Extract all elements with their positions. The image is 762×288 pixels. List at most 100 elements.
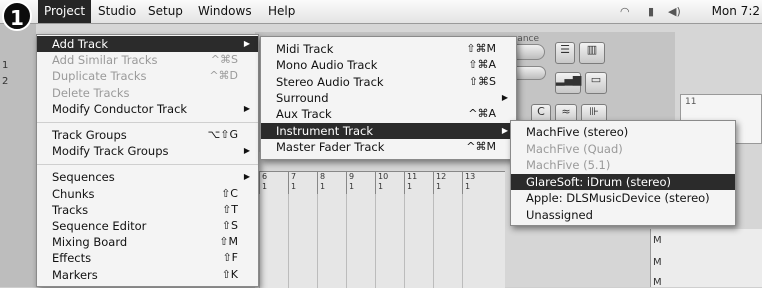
menu-item-shortcut: ⇧T bbox=[222, 202, 238, 216]
menu-item-label: Chunks bbox=[52, 186, 95, 201]
menu-item-shortcut: ⇧K bbox=[221, 267, 238, 281]
menu-item-track-groups[interactable]: Track Groups ⌥⇧G bbox=[37, 127, 258, 143]
menu-windows[interactable]: Windows bbox=[198, 0, 252, 23]
menu-item-label: Sequences bbox=[52, 170, 115, 185]
menu-item-shortcut: ^⌘D bbox=[209, 69, 238, 83]
wifi-icon[interactable]: ◠ bbox=[620, 5, 630, 19]
left-track-strip: 1 2 bbox=[0, 24, 36, 287]
submenu-arrow-icon: ▶ bbox=[243, 39, 250, 48]
ruler-beat-label: 1 bbox=[291, 182, 297, 191]
menu-studio[interactable]: Studio bbox=[98, 0, 136, 23]
menu-clock[interactable]: Mon 7:2 bbox=[712, 0, 760, 23]
ruler-gridline bbox=[404, 194, 405, 288]
menu-item-shortcut: ⇧⌘S bbox=[468, 74, 496, 88]
side-letter: M bbox=[653, 277, 662, 288]
ruler-gridline bbox=[259, 194, 260, 288]
menu-item-duplicate-tracks: Duplicate Tracks ^⌘D bbox=[37, 68, 258, 84]
instrument-track-submenu: MachFive (stereo) MachFive (Quad) MachFive… bbox=[510, 120, 736, 226]
ruler-bar-label: 10 bbox=[378, 172, 389, 181]
menu-item-label: Apple: DLSMusicDevice (stereo) bbox=[526, 191, 710, 205]
menu-item-label: GlareSoft: iDrum (stereo) bbox=[526, 174, 671, 189]
ruler-bar-label: 9 bbox=[349, 172, 355, 181]
menu-item-label: Modify Track Groups bbox=[52, 144, 169, 159]
battery-icon[interactable]: ▮ bbox=[648, 5, 654, 19]
ruler-bar-number: 10 1 bbox=[375, 172, 399, 194]
ruler-bar-label: 12 bbox=[436, 172, 447, 181]
ruler-beat-label: 1 bbox=[378, 182, 384, 191]
menu-item-shortcut: ⇧C bbox=[221, 186, 238, 200]
menu-item-add-track[interactable]: Add Track ▶ bbox=[37, 36, 258, 52]
menu-item-label: Markers bbox=[52, 267, 98, 282]
menu-item-instrument-track[interactable]: Instrument Track ▶ bbox=[261, 122, 516, 139]
ruler-bar-label: 7 bbox=[291, 172, 297, 181]
menu-item-label: Add Track bbox=[52, 37, 109, 51]
menu-item-chunks[interactable]: Chunks ⇧C bbox=[37, 186, 258, 202]
list-icon-button[interactable]: ☰ bbox=[555, 42, 575, 64]
menu-item-label: Instrument Track bbox=[276, 123, 374, 138]
ruler-gridline bbox=[317, 194, 318, 288]
left-strip-mark: 2 bbox=[2, 76, 9, 87]
menu-item-modify-track-groups[interactable]: Modify Track Groups ▶ bbox=[37, 143, 258, 159]
ruler-beat-label: 1 bbox=[349, 182, 355, 191]
menu-separator bbox=[37, 164, 258, 166]
volume-icon[interactable]: ◀) bbox=[668, 5, 681, 19]
monitor-icon-button[interactable]: ▭ bbox=[585, 72, 607, 94]
ruler-bar-number: 11 1 bbox=[404, 172, 428, 194]
menu-help[interactable]: Help bbox=[268, 0, 295, 23]
menu-item-label: Unassigned bbox=[526, 207, 593, 222]
menu-item-shortcut: ⇧F bbox=[222, 251, 238, 265]
ruler-bar-number: 12 1 bbox=[433, 172, 457, 194]
submenu-arrow-icon: ▶ bbox=[501, 92, 508, 102]
menu-item-sequences[interactable]: Sequences ▶ bbox=[37, 169, 258, 185]
menu-separator bbox=[37, 122, 258, 123]
menu-item-label: MachFive (5.1) bbox=[526, 158, 611, 172]
menu-setup[interactable]: Setup bbox=[148, 0, 183, 23]
ruler-beat-label: 1 bbox=[262, 182, 268, 191]
menu-item-label: Delete Tracks bbox=[52, 85, 130, 100]
submenu-arrow-icon: ▶ bbox=[243, 103, 250, 113]
menu-item-label: Modify Conductor Track bbox=[52, 101, 188, 116]
menu-item-surround[interactable]: Surround ▶ bbox=[261, 90, 516, 106]
ruler-bar-label: 8 bbox=[320, 172, 326, 181]
menu-item-label: Stereo Audio Track bbox=[276, 74, 384, 89]
menu-item-tracks[interactable]: Tracks ⇧T bbox=[37, 202, 258, 218]
ruler-beat-label: 1 bbox=[407, 182, 413, 191]
menu-item-add-similar-tracks: Add Similar Tracks ^⌘S bbox=[37, 52, 258, 68]
menu-item-label: Tracks bbox=[52, 202, 89, 217]
menu-item-master-fader-track[interactable]: Master Fader Track ^⌘M bbox=[261, 139, 516, 155]
menu-item-stereo-audio-track[interactable]: Stereo Audio Track ⇧⌘S bbox=[261, 74, 516, 90]
menu-item-glaresoft-idrum-stereo[interactable]: GlareSoft: iDrum (stereo) bbox=[511, 173, 735, 190]
submenu-arrow-icon: ▶ bbox=[243, 172, 250, 182]
menu-item-markers[interactable]: Markers ⇧K bbox=[37, 267, 258, 283]
menu-item-label: Aux Track bbox=[276, 107, 332, 122]
meter-icon-button[interactable]: ▂▄▆ bbox=[555, 72, 581, 94]
menu-item-mono-audio-track[interactable]: Mono Audio Track ⇧⌘A bbox=[261, 57, 516, 73]
menu-item-machfive-stereo[interactable]: MachFive (stereo) bbox=[511, 124, 735, 140]
menu-item-modify-conductor-track[interactable]: Modify Conductor Track ▶ bbox=[37, 101, 258, 117]
menu-item-sequence-editor[interactable]: Sequence Editor ⇧S bbox=[37, 218, 258, 234]
menu-item-aux-track[interactable]: Aux Track ^⌘A bbox=[261, 106, 516, 122]
ruler-beat-label: 1 bbox=[465, 182, 471, 191]
ruler-bar-number: 13 1 bbox=[462, 172, 486, 194]
menu-item-effects[interactable]: Effects ⇧F bbox=[37, 250, 258, 266]
ruler-gridline bbox=[462, 194, 463, 288]
menu-project[interactable]: Project bbox=[38, 0, 92, 23]
bars-icon-button[interactable]: ▥ bbox=[579, 42, 605, 64]
bar-ruler: 6 1 7 1 8 1 9 1 10 1 11 1 12 1 13 1 bbox=[255, 171, 505, 288]
side-letter: M bbox=[653, 257, 662, 268]
menu-item-label: Mono Audio Track bbox=[276, 58, 378, 73]
menu-item-label: Surround bbox=[276, 90, 329, 105]
menu-item-apple-dlsmusicdevice-stereo[interactable]: Apple: DLSMusicDevice (stereo) bbox=[511, 190, 735, 206]
menu-item-shortcut: ^⌘M bbox=[466, 139, 496, 153]
menu-item-mixing-board[interactable]: Mixing Board ⇧M bbox=[37, 234, 258, 250]
menu-item-shortcut: ⇧⌘M bbox=[466, 42, 496, 55]
menu-item-shortcut: ^⌘S bbox=[210, 53, 238, 67]
ruler-gridline bbox=[346, 194, 347, 288]
ruler-bar-number: 91 bbox=[346, 172, 370, 194]
menu-item-shortcut: ⌥⇧G bbox=[207, 128, 238, 141]
menu-item-label: Track Groups bbox=[52, 128, 127, 142]
menu-item-unassigned[interactable]: Unassigned bbox=[511, 207, 735, 223]
menu-item-midi-track[interactable]: Midi Track ⇧⌘M bbox=[261, 41, 516, 57]
menu-item-delete-tracks: Delete Tracks bbox=[37, 85, 258, 101]
menu-item-label: MachFive (Quad) bbox=[526, 141, 623, 156]
